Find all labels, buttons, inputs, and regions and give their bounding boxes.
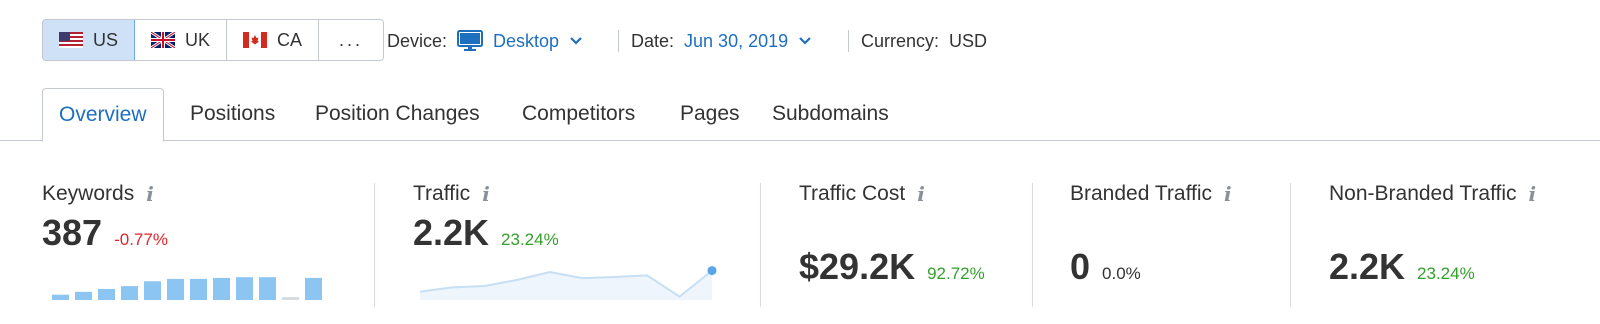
metric-non-branded-traffic: Non-Branded Traffic i 2.2K 23.24% bbox=[1329, 182, 1536, 288]
metric-traffic-cost: Traffic Cost i $29.2K 92.72% bbox=[799, 182, 985, 288]
tab-overview[interactable]: Overview bbox=[42, 88, 164, 142]
country-uk-button[interactable]: UK bbox=[135, 20, 228, 60]
tab-position-changes[interactable]: Position Changes bbox=[315, 88, 480, 140]
metric-divider bbox=[1290, 183, 1291, 307]
date-filter: Date: Jun 30, 2019 bbox=[631, 28, 812, 54]
country-ca-button[interactable]: CA bbox=[227, 20, 320, 60]
metric-title: Branded Traffic bbox=[1070, 182, 1213, 205]
metric-divider bbox=[1032, 183, 1033, 307]
metric-traffic: Traffic i 2.2K 23.24% bbox=[413, 182, 559, 254]
metric-title: Non-Branded Traffic bbox=[1329, 182, 1517, 205]
metric-divider bbox=[374, 183, 375, 307]
metric-change: -0.77% bbox=[114, 230, 168, 249]
metric-change: 92.72% bbox=[927, 264, 985, 283]
chevron-down-icon[interactable] bbox=[569, 34, 583, 48]
metric-title: Keywords bbox=[42, 182, 135, 205]
info-icon[interactable]: i bbox=[146, 182, 154, 206]
trend-bar bbox=[305, 277, 322, 300]
country-us-label: US bbox=[93, 29, 119, 50]
trend-bar bbox=[282, 297, 299, 300]
device-dropdown[interactable]: Desktop bbox=[493, 31, 559, 52]
metric-divider bbox=[760, 183, 761, 307]
info-icon[interactable]: i bbox=[1224, 182, 1232, 206]
country-us-button[interactable]: US bbox=[43, 20, 136, 60]
trend-bar bbox=[98, 288, 115, 300]
us-flag-icon bbox=[59, 32, 83, 48]
monitor-icon bbox=[457, 30, 484, 51]
more-countries-button[interactable]: ... bbox=[319, 20, 384, 60]
report-tabs: Overview Positions Position Changes Comp… bbox=[0, 88, 1600, 142]
metric-value: 0 bbox=[1070, 246, 1091, 287]
tab-competitors[interactable]: Competitors bbox=[522, 88, 635, 140]
trend-bar bbox=[52, 294, 69, 300]
trend-bar bbox=[144, 281, 161, 300]
currency-filter: Currency: USD bbox=[861, 28, 987, 54]
traffic-trend-chart bbox=[419, 266, 717, 300]
trend-bar bbox=[75, 291, 92, 300]
keywords-trend-chart bbox=[52, 277, 322, 300]
trend-bar bbox=[259, 277, 276, 300]
country-uk-label: UK bbox=[185, 29, 211, 50]
metric-change: 0.0% bbox=[1102, 264, 1141, 283]
metric-value: 2.2K bbox=[413, 212, 490, 253]
metric-change: 23.24% bbox=[1417, 264, 1475, 283]
sparkline-last-point bbox=[707, 266, 717, 276]
info-icon[interactable]: i bbox=[1529, 182, 1537, 206]
trend-bar bbox=[213, 277, 230, 300]
country-ca-label: CA bbox=[277, 29, 303, 50]
metric-value: $29.2K bbox=[799, 246, 916, 287]
more-countries-label: ... bbox=[339, 29, 364, 50]
metric-title: Traffic bbox=[413, 182, 471, 205]
tab-pages[interactable]: Pages bbox=[680, 88, 740, 140]
info-icon[interactable]: i bbox=[482, 182, 490, 206]
filter-divider bbox=[618, 30, 619, 52]
metric-keywords: Keywords i 387 -0.77% bbox=[42, 182, 168, 254]
metric-branded-traffic: Branded Traffic i 0 0.0% bbox=[1070, 182, 1232, 288]
filter-divider bbox=[848, 30, 849, 52]
metric-value: 387 bbox=[42, 212, 103, 253]
trend-bar bbox=[236, 277, 253, 300]
tab-positions[interactable]: Positions bbox=[190, 88, 275, 140]
currency-value: USD bbox=[949, 30, 988, 51]
date-label: Date: bbox=[631, 30, 675, 51]
metric-title: Traffic Cost bbox=[799, 182, 906, 205]
ca-flag-icon bbox=[243, 32, 268, 48]
metric-value: 2.2K bbox=[1329, 246, 1406, 287]
device-label: Device: bbox=[387, 30, 448, 51]
info-icon[interactable]: i bbox=[917, 182, 925, 206]
country-selector: US UK CA ... bbox=[42, 19, 385, 61]
chevron-down-icon[interactable] bbox=[798, 34, 812, 48]
device-filter: Device: Desktop bbox=[387, 28, 583, 54]
trend-bar bbox=[121, 286, 138, 300]
metric-change: 23.24% bbox=[501, 230, 559, 249]
trend-bar bbox=[190, 278, 207, 300]
date-dropdown[interactable]: Jun 30, 2019 bbox=[684, 31, 788, 52]
uk-flag-icon bbox=[151, 32, 176, 48]
trend-bar bbox=[167, 278, 184, 300]
tab-subdomains[interactable]: Subdomains bbox=[772, 88, 889, 140]
currency-label: Currency: bbox=[861, 30, 940, 51]
